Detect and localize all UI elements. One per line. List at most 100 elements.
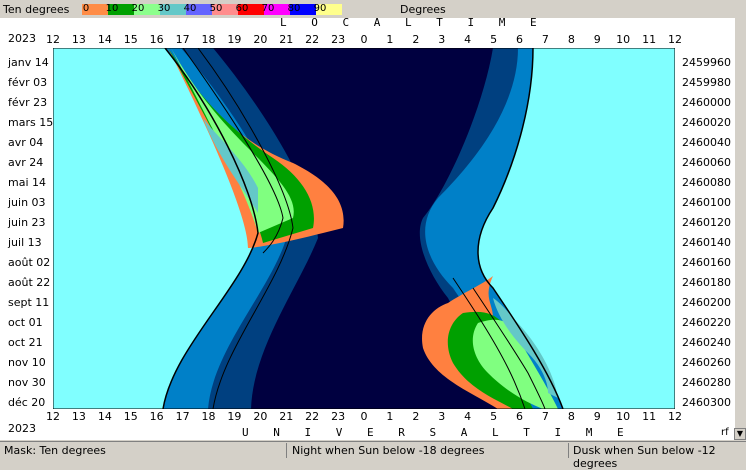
axis-tick-label: 7: [541, 410, 549, 423]
date-axis-label: 2460160: [682, 256, 731, 269]
bottom-year-label: 2023: [8, 422, 36, 435]
date-axis-label: févr 03: [8, 76, 48, 89]
axis-tick-label: 20: [253, 33, 268, 46]
axis-tick-label: 4: [464, 410, 472, 423]
axis-tick-label: 16: [149, 410, 164, 423]
date-axis-label: 2460080: [682, 176, 731, 189]
axis-tick-label: 17: [175, 33, 190, 46]
axis-tick-label: 11: [642, 33, 657, 46]
axis-tick-label: 13: [71, 410, 86, 423]
bottom-axis-title: U N I V E R S A L T I M E: [242, 426, 633, 439]
axis-tick-label: 1: [386, 33, 394, 46]
axis-tick-label: 21: [279, 410, 294, 423]
legend-label: 0: [82, 3, 90, 14]
status-mask: Mask: Ten degrees: [4, 444, 106, 457]
axis-tick-label: 20: [253, 410, 268, 423]
axis-tick-label: 2: [412, 410, 420, 423]
date-axis-label: 2460300: [682, 396, 731, 409]
axis-tick-label: 17: [175, 410, 190, 423]
date-axis-label: sept 11: [8, 296, 50, 309]
date-axis-label: 2460220: [682, 316, 731, 329]
status-bar: Mask: Ten degrees Night when Sun below -…: [0, 441, 746, 470]
axis-tick-label: 23: [331, 410, 346, 423]
axis-tick-label: 18: [201, 410, 216, 423]
legend-label: 10: [105, 3, 119, 14]
date-axis-label: 2460000: [682, 96, 731, 109]
date-axis-label: oct 21: [8, 336, 43, 349]
date-axis-label: 2460020: [682, 116, 731, 129]
axis-tick-label: 22: [305, 33, 320, 46]
date-axis-label: févr 23: [8, 96, 48, 109]
axis-tick-label: 13: [71, 33, 86, 46]
date-axis-label: 2460040: [682, 136, 731, 149]
date-axis-label: 2460200: [682, 296, 731, 309]
status-separator: [568, 443, 569, 458]
axis-tick-label: 10: [616, 33, 631, 46]
axis-tick-label: 6: [516, 33, 523, 46]
axis-tick-label: 12: [668, 33, 682, 46]
axis-tick-label: 19: [227, 33, 242, 46]
axis-tick-label: 14: [97, 410, 112, 423]
axis-tick-label: 3: [438, 410, 446, 423]
axis-tick-label: 9: [593, 410, 601, 423]
date-axis-label: 2460100: [682, 196, 731, 209]
date-axis-label: 2460120: [682, 216, 731, 229]
axis-tick-label: 12: [668, 410, 682, 423]
status-separator: [286, 443, 287, 458]
date-axis-label: août 02: [8, 256, 51, 269]
axis-tick-label: 15: [123, 33, 138, 46]
axis-tick-label: 23: [331, 33, 346, 46]
axis-tick-label: 4: [464, 33, 472, 46]
date-axis-label: mai 14: [8, 176, 47, 189]
date-axis-label: août 22: [8, 276, 51, 289]
legend-unit: Degrees: [400, 3, 446, 16]
legend-label: 20: [131, 3, 145, 14]
twilight-plot[interactable]: [53, 48, 675, 409]
legend-label: 90: [313, 3, 327, 14]
date-axis-label: 2459980: [682, 76, 731, 89]
axis-tick-label: 0: [360, 33, 368, 46]
date-axis-label: juin 23: [8, 216, 46, 229]
legend-label: 50: [209, 3, 223, 14]
corner-mark: rf: [721, 427, 729, 438]
axis-tick-label: 19: [227, 410, 242, 423]
legend-label: 30: [157, 3, 171, 14]
axis-tick-label: 8: [567, 33, 575, 46]
top-year-label: 2023: [8, 32, 36, 45]
legend-title: Ten degrees: [3, 3, 70, 16]
top-axis-title: L O C A L T I M E: [280, 16, 546, 29]
date-axis-label: avr 04: [8, 136, 44, 149]
legend-label: 60: [235, 3, 249, 14]
vertical-scrollbar[interactable]: [734, 18, 746, 440]
date-axis-label: 2460260: [682, 356, 731, 369]
date-axis-label: 2460060: [682, 156, 731, 169]
axis-tick-label: 5: [490, 33, 498, 46]
axis-tick-label: 0: [360, 410, 368, 423]
axis-tick-label: 14: [97, 33, 112, 46]
axis-tick-label: 1: [386, 410, 394, 423]
date-axis-label: 2460240: [682, 336, 731, 349]
date-axis-label: 2460180: [682, 276, 731, 289]
date-axis-label: 2460140: [682, 236, 731, 249]
axis-tick-label: 16: [149, 33, 164, 46]
axis-tick-label: 3: [438, 33, 446, 46]
axis-tick-label: 15: [123, 410, 138, 423]
axis-tick-label: 6: [516, 410, 523, 423]
axis-tick-label: 21: [279, 33, 294, 46]
legend-label: 40: [183, 3, 197, 14]
axis-tick-label: 5: [490, 410, 498, 423]
legend-label: 80: [287, 3, 301, 14]
axis-tick-label: 7: [541, 33, 549, 46]
date-axis-label: 2459960: [682, 56, 731, 69]
scroll-down-icon[interactable]: ▼: [734, 428, 746, 440]
legend-label: 70: [261, 3, 275, 14]
axis-tick-label: 22: [305, 410, 320, 423]
date-axis-label: juin 03: [8, 196, 46, 209]
status-dusk: Dusk when Sun below -12 degrees: [573, 444, 716, 470]
axis-tick-label: 10: [616, 410, 631, 423]
axis-tick-label: 11: [642, 410, 657, 423]
axis-tick-label: 18: [201, 33, 216, 46]
date-axis-label: déc 20: [8, 396, 46, 409]
axis-tick-label: 8: [567, 410, 575, 423]
date-axis-label: avr 24: [8, 156, 44, 169]
